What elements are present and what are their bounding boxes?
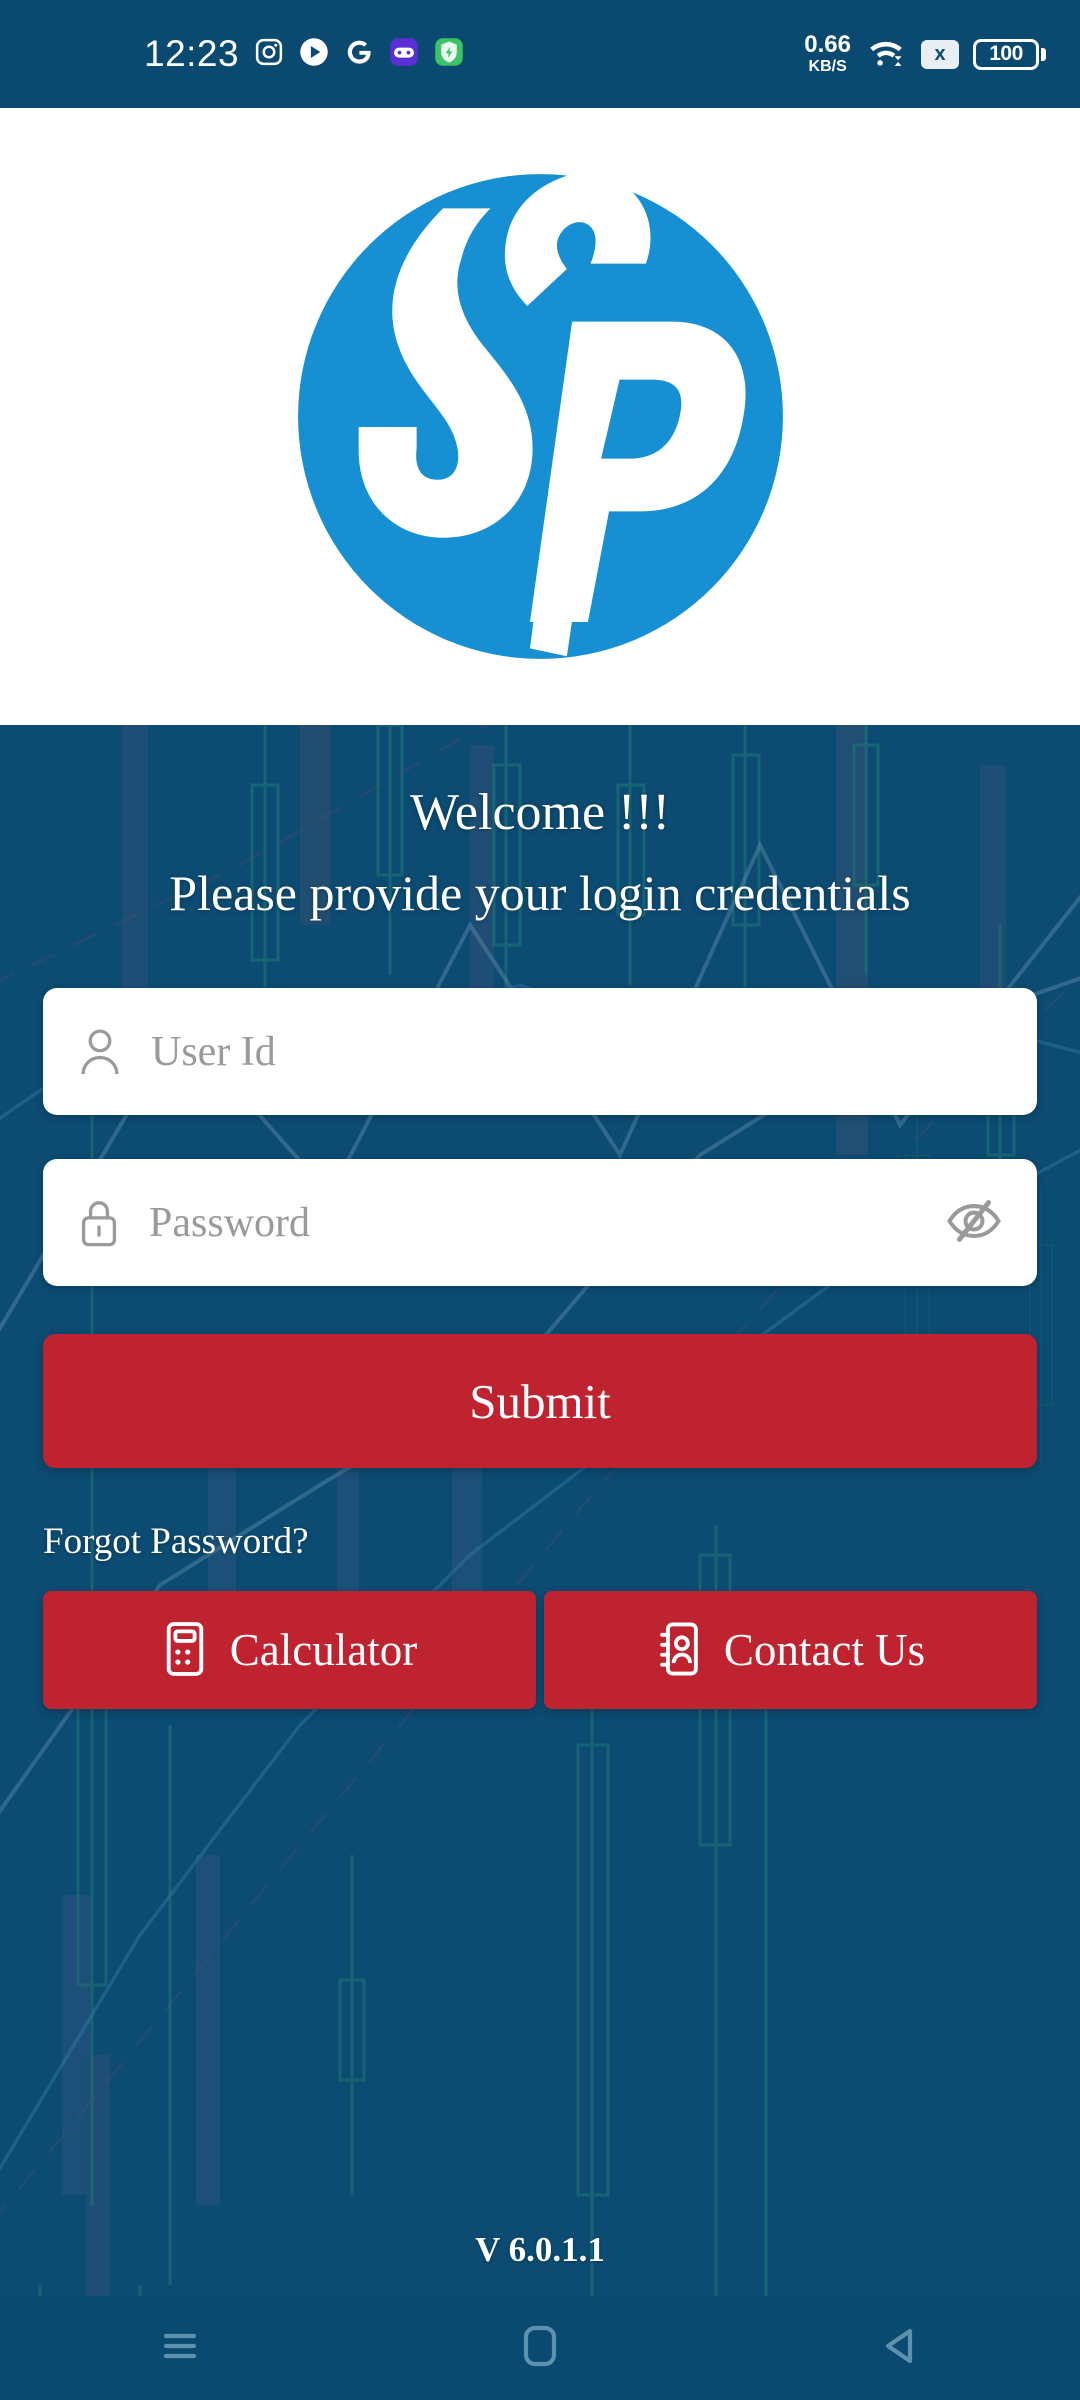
- forgot-password-link[interactable]: Forgot Password?: [43, 1520, 309, 1563]
- play-icon: [299, 37, 329, 72]
- battery-indicator: 100: [973, 38, 1046, 70]
- status-bar: 12:23 0.66 KB/S x 100: [0, 0, 1080, 108]
- toggle-password-visibility-button[interactable]: [945, 1198, 1003, 1247]
- app-version-label: V 6.0.1.1: [475, 2230, 605, 2269]
- user-id-input[interactable]: [151, 1027, 1003, 1076]
- calculator-label: Calculator: [229, 1625, 418, 1675]
- contact-us-button[interactable]: Contact Us: [544, 1591, 1037, 1709]
- status-bar-right: 0.66 KB/S x 100: [804, 33, 1046, 75]
- lock-icon: [77, 1197, 121, 1249]
- battery-tip: [1041, 47, 1046, 61]
- shield-bolt-icon: [434, 37, 464, 72]
- contact-book-icon: [656, 1620, 702, 1681]
- contact-us-label: Contact Us: [723, 1625, 926, 1675]
- login-subtitle: Please provide your login credentials: [169, 865, 911, 921]
- android-navigation-bar: [0, 2296, 1080, 2400]
- rounded-square-icon: [518, 2322, 562, 2375]
- wifi-icon: [865, 36, 907, 73]
- network-speed-indicator: 0.66 KB/S: [804, 33, 851, 75]
- user-id-field[interactable]: [43, 988, 1037, 1115]
- calculator-button[interactable]: Calculator: [43, 1591, 536, 1709]
- sim-blocked-icon: x: [921, 39, 959, 69]
- network-speed-value: 0.66: [804, 31, 851, 58]
- calculator-icon: [162, 1620, 208, 1681]
- password-input[interactable]: [149, 1198, 945, 1247]
- forgot-password-row: Forgot Password?: [0, 1468, 1080, 1563]
- eye-slash-icon: [945, 1198, 1003, 1247]
- recents-button[interactable]: [95, 2296, 265, 2400]
- login-screen: 12:23 0.66 KB/S x 100 Welcome !!! Please…: [0, 0, 1080, 2400]
- status-bar-clock: 12:23: [144, 33, 240, 74]
- login-content: Welcome !!! Please provide your login cr…: [0, 725, 1080, 2400]
- password-field[interactable]: [43, 1159, 1037, 1286]
- sp-logo: [277, 153, 804, 680]
- logo-panel: [0, 108, 1080, 725]
- network-speed-unit: KB/S: [808, 58, 847, 75]
- quick-actions-row: Calculator Contact Us: [43, 1591, 1037, 1709]
- home-button[interactable]: [455, 2296, 625, 2400]
- triangle-left-icon: [876, 2324, 924, 2373]
- menu-lines-icon: [156, 2326, 204, 2371]
- welcome-heading: Welcome !!!: [410, 784, 670, 841]
- battery-level-text: 100: [973, 38, 1039, 70]
- google-icon: [344, 37, 374, 72]
- game-controller-icon: [389, 37, 419, 72]
- instagram-icon: [254, 37, 284, 72]
- status-bar-left: 12:23: [144, 33, 464, 75]
- back-button[interactable]: [815, 2296, 985, 2400]
- person-icon: [77, 1026, 123, 1078]
- submit-button[interactable]: Submit: [43, 1334, 1037, 1468]
